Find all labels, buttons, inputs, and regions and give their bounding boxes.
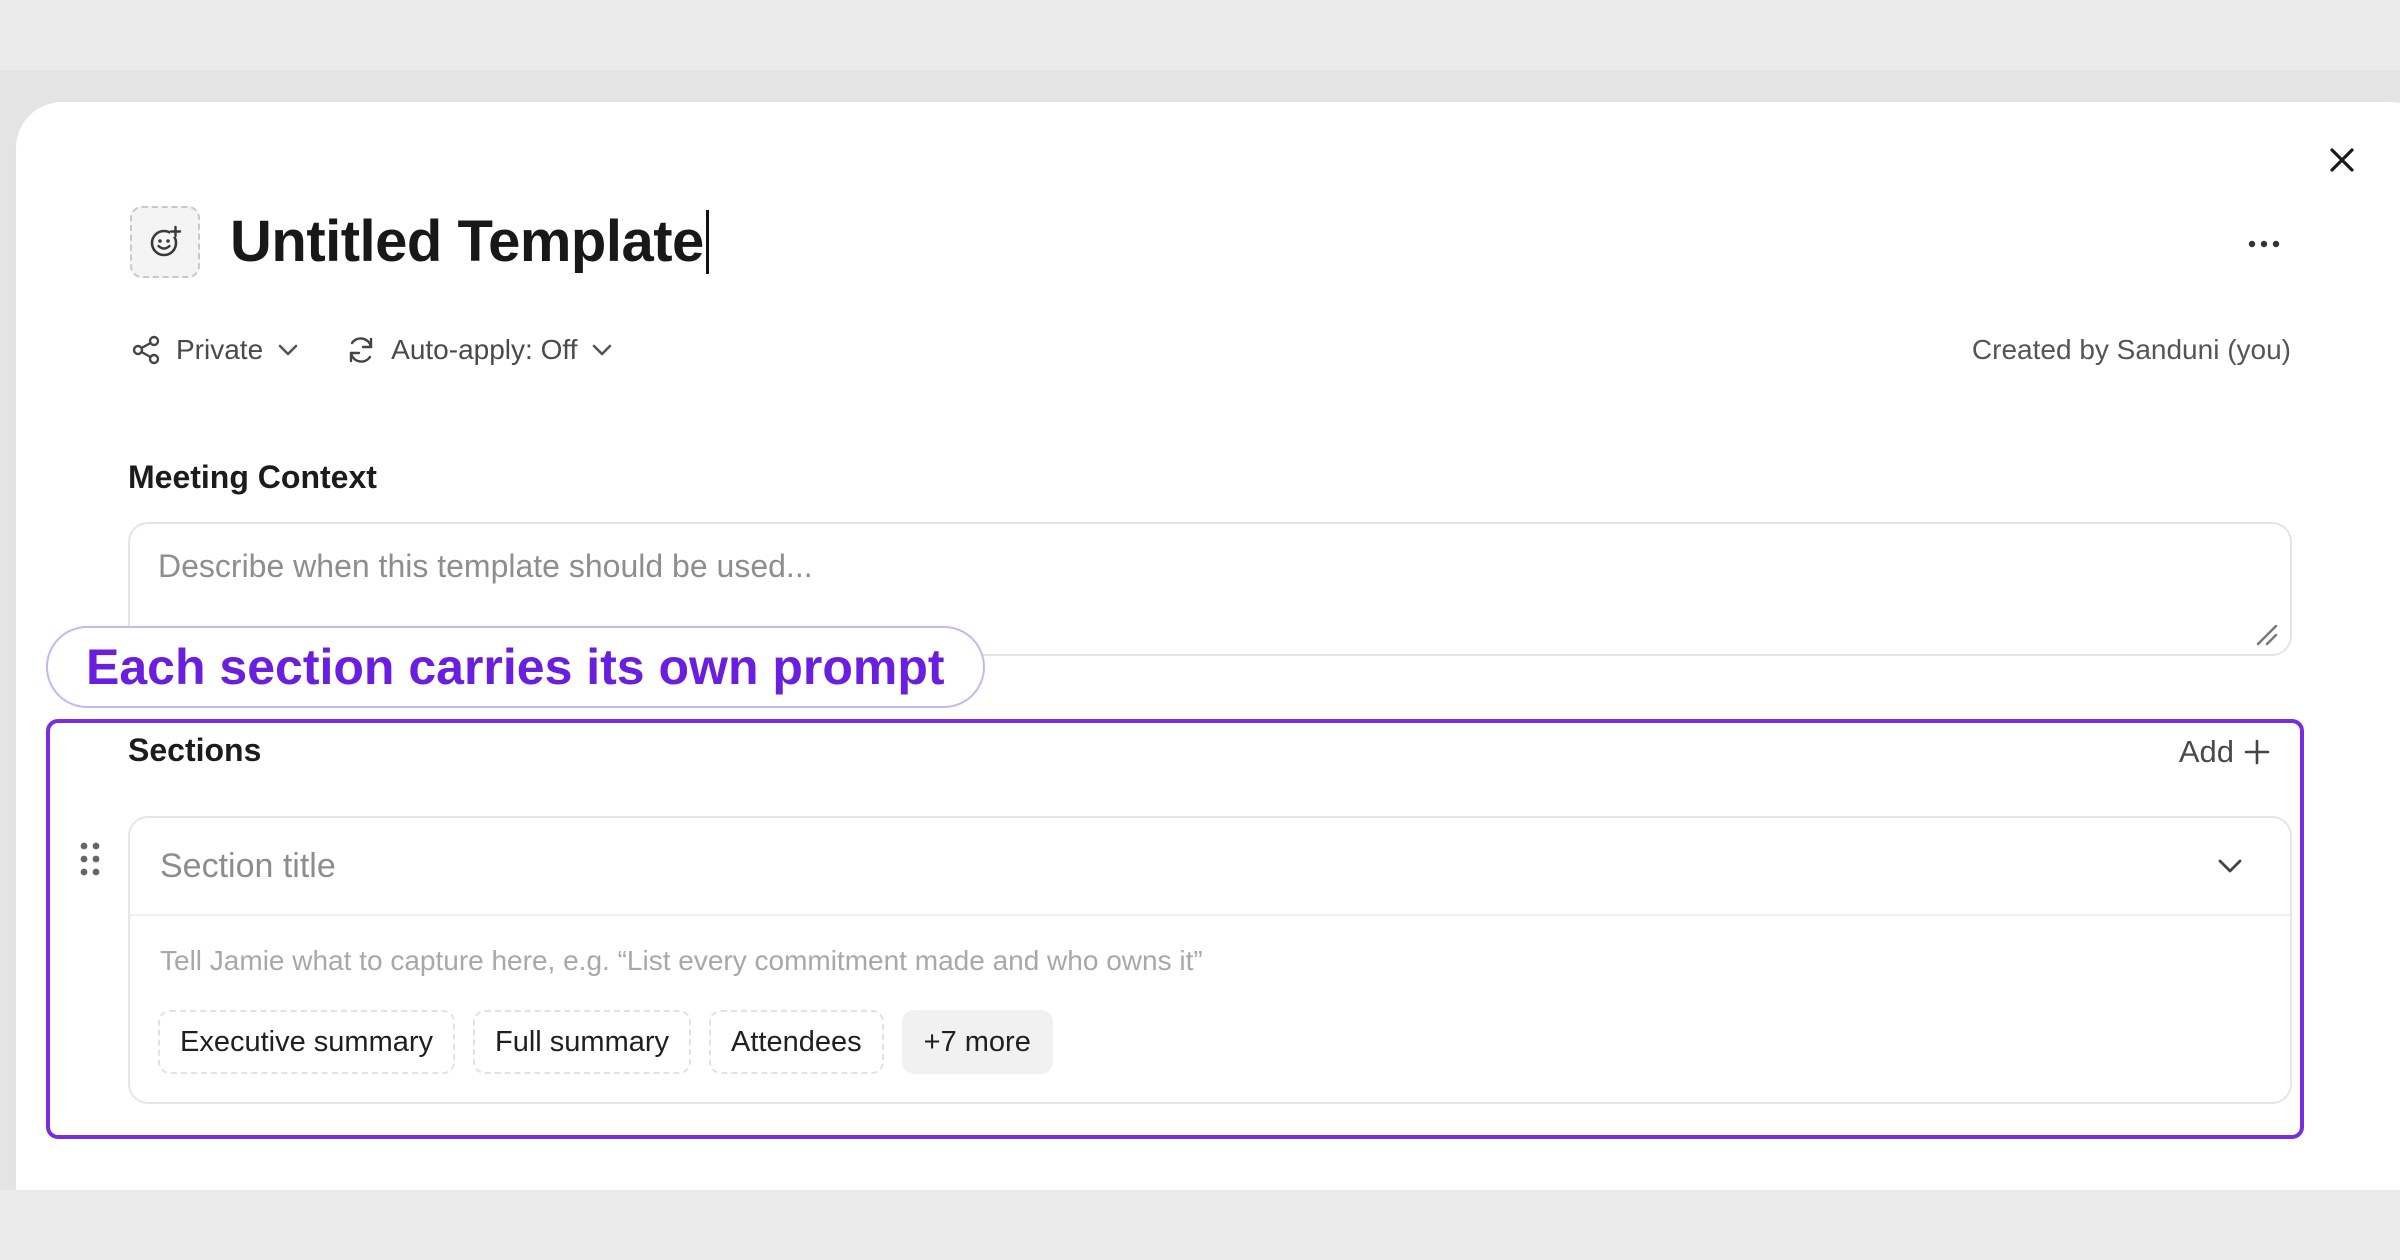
add-section-label: Add — [2178, 734, 2234, 769]
screen: Untitled Template Private Auto-apply: Of… — [0, 0, 2400, 1260]
auto-apply-dropdown[interactable]: Auto-apply: Off — [345, 334, 613, 366]
chip-attendees[interactable]: Attendees — [709, 1010, 884, 1074]
template-title[interactable]: Untitled Template — [230, 206, 709, 278]
resize-handle-icon[interactable] — [2254, 622, 2278, 646]
more-options-button[interactable] — [2244, 224, 2284, 264]
meeting-context-heading: Meeting Context — [128, 459, 377, 495]
drag-handle-icon[interactable] — [78, 840, 102, 878]
template-title-text[interactable]: Untitled Template — [230, 206, 704, 278]
chevron-down-icon — [2218, 859, 2242, 873]
template-icon-picker[interactable] — [130, 206, 200, 278]
sections-heading: Sections — [128, 732, 262, 768]
section-suggestion-chips: Executive summary Full summary Attendees… — [158, 1010, 1071, 1074]
section-collapse-button[interactable] — [2210, 846, 2250, 886]
smiley-add-icon — [150, 225, 182, 257]
plus-icon — [2244, 739, 2270, 765]
close-button[interactable] — [2322, 140, 2362, 180]
template-meta-row: Private Auto-apply: Off — [130, 330, 659, 370]
visibility-dropdown[interactable]: Private — [130, 334, 299, 366]
section-card: Executive summary Full summary Attendees… — [128, 816, 2292, 1104]
section-prompt-input[interactable] — [130, 936, 2290, 986]
share-icon — [132, 335, 160, 365]
chip-full-summary[interactable]: Full summary — [473, 1010, 692, 1074]
add-section-button[interactable]: Add — [2179, 732, 2270, 772]
visibility-label: Private — [176, 334, 264, 365]
created-by-text: Created by Sanduni (you) — [1971, 334, 2291, 365]
bottom-backdrop — [0, 1190, 2400, 1260]
card-divider — [130, 914, 2290, 916]
ellipsis-icon — [2248, 240, 2280, 248]
section-title-input[interactable] — [130, 818, 2130, 914]
text-caret — [705, 210, 709, 274]
annotation-callout: Each section carries its own prompt — [46, 626, 985, 708]
auto-apply-label: Auto-apply: Off — [391, 334, 578, 365]
chevron-down-icon — [593, 344, 612, 356]
close-icon — [2330, 148, 2354, 172]
chip-executive-summary[interactable]: Executive summary — [158, 1010, 456, 1074]
chip-more[interactable]: +7 more — [901, 1010, 1053, 1074]
chevron-down-icon — [278, 344, 298, 356]
annotation-text: Each section carries its own prompt — [86, 639, 945, 695]
refresh-icon — [349, 337, 373, 363]
